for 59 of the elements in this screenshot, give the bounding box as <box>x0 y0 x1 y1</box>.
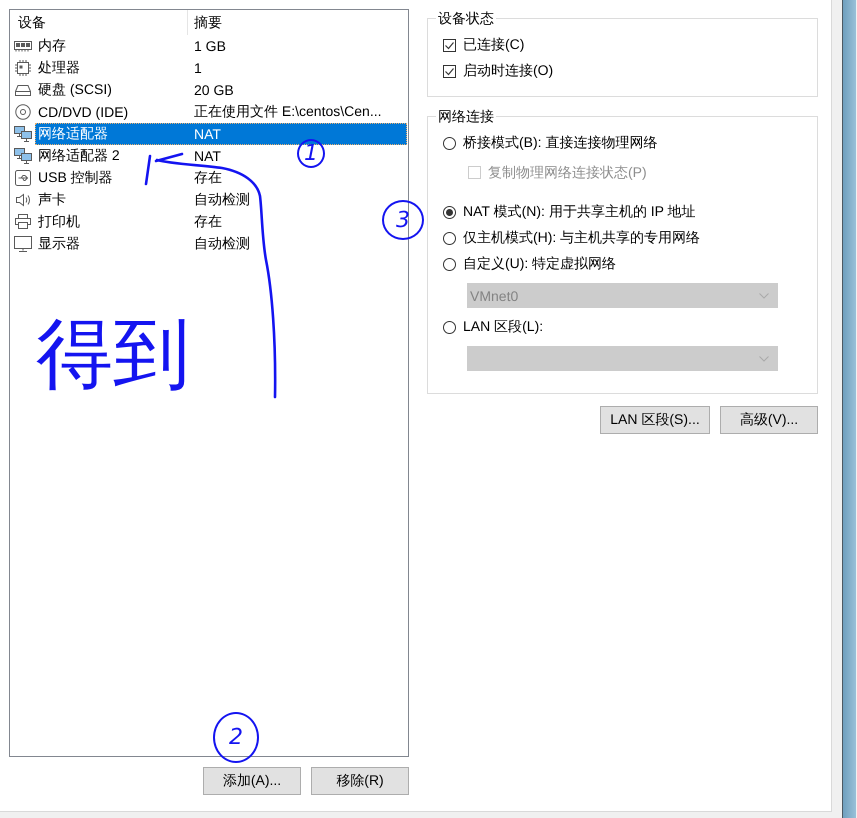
hard-drive-icon <box>14 82 32 98</box>
device-summary: 1 GB <box>194 38 226 54</box>
device-summary: NAT <box>194 148 221 164</box>
chevron-down-icon <box>759 356 769 362</box>
network-computers-icon <box>14 126 32 142</box>
radio-button[interactable] <box>443 320 456 334</box>
device-name[interactable]: 网络适配器 <box>38 125 108 141</box>
handwritten-circled-number: 1 <box>297 139 325 168</box>
radio-button[interactable] <box>443 258 456 270</box>
device-summary: 存在 <box>194 169 222 187</box>
usb-icon <box>14 170 32 186</box>
device-summary: 20 GB <box>194 82 234 98</box>
radio-button[interactable] <box>443 136 456 150</box>
column-header[interactable]: 设备 <box>10 10 188 35</box>
radio-button[interactable] <box>443 206 456 218</box>
disc-icon <box>14 104 32 120</box>
device-name[interactable]: CD/DVD (IDE) <box>38 104 128 120</box>
device-name[interactable]: 处理器 <box>38 59 80 75</box>
column-header[interactable]: 摘要 <box>188 10 408 35</box>
radio-label[interactable]: 自定义(U): 特定虚拟网络 <box>463 255 616 273</box>
radio-button[interactable] <box>443 232 456 244</box>
device-summary: 1 <box>194 60 202 76</box>
memory-module-icon <box>14 38 32 54</box>
monitor-icon <box>14 236 32 252</box>
device-summary: 存在 <box>194 213 222 231</box>
group-title: 网络连接 <box>437 107 495 125</box>
radio-label[interactable]: NAT 模式(N): 用于共享主机的 IP 地址 <box>463 203 696 221</box>
checkbox-label[interactable]: 启动时连接(O) <box>463 62 554 80</box>
device-name[interactable]: 显示器 <box>38 235 80 251</box>
checkbox[interactable] <box>443 64 456 78</box>
handwritten-note: 得到 <box>36 316 190 393</box>
device-name[interactable]: 声卡 <box>38 191 66 207</box>
radio-label[interactable]: LAN 区段(L): <box>463 318 544 336</box>
device-name[interactable]: 内存 <box>38 37 66 53</box>
device-summary: NAT <box>194 126 221 142</box>
selection-highlight[interactable]: 网络适配器 NAT <box>35 123 407 145</box>
handwritten-circled-number: 2 <box>213 712 259 763</box>
device-name[interactable]: 打印机 <box>38 213 80 229</box>
dialog-button[interactable]: 高级(V)... <box>720 406 818 434</box>
radio-label[interactable]: 仅主机模式(H): 与主机共享的专用网络 <box>463 229 700 247</box>
chevron-down-icon <box>759 292 769 298</box>
radio-label[interactable]: 桥接模式(B): 直接连接物理网络 <box>463 134 658 152</box>
device-summary: 自动检测 <box>194 191 250 209</box>
device-summary: 正在使用文件 E:\centos\Cen... <box>194 103 382 121</box>
network-computers-icon <box>14 148 32 164</box>
checkbox[interactable] <box>443 38 456 52</box>
chip-icon <box>14 60 32 76</box>
checkbox-label[interactable]: 已连接(C) <box>463 36 524 54</box>
speaker-icon <box>14 192 32 208</box>
device-name[interactable]: 网络适配器 2 <box>38 147 120 163</box>
device-name[interactable]: USB 控制器 <box>38 169 113 185</box>
device-name[interactable]: 硬盘 (SCSI) <box>38 81 112 97</box>
dialog-button[interactable]: 添加(A)... <box>203 767 301 795</box>
dialog-button[interactable]: 移除(R) <box>311 767 409 795</box>
handwritten-circled-number: 3 <box>382 200 424 240</box>
printer-icon <box>14 214 32 230</box>
group-title: 设备状态 <box>437 9 495 27</box>
device-summary: 自动检测 <box>194 235 250 253</box>
dialog-button[interactable]: LAN 区段(S)... <box>600 406 710 434</box>
